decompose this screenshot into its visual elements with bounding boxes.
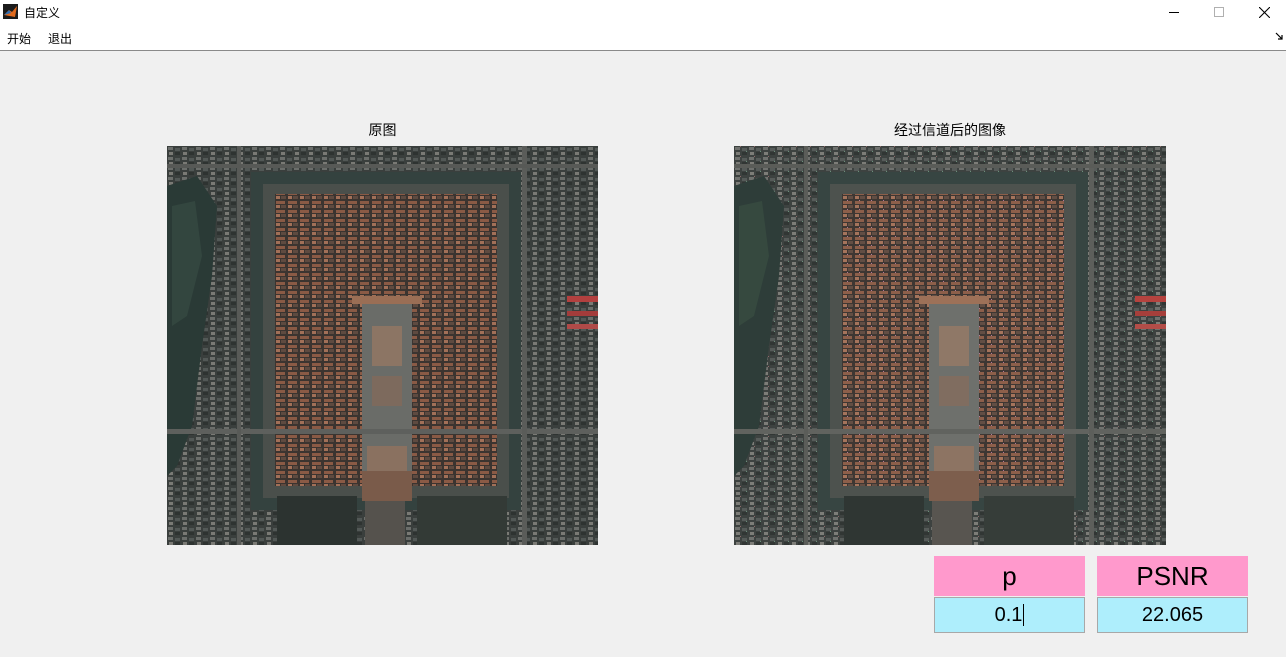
channel-output-image: [734, 146, 1166, 545]
menu-bar: 开始 退出: [0, 24, 1286, 51]
psnr-output: 22.065: [1097, 597, 1248, 633]
minimize-icon: [1169, 12, 1179, 13]
psnr-label-text: PSNR: [1136, 560, 1209, 591]
title-bar: 自定义: [0, 0, 1286, 24]
window-title: 自定义: [24, 6, 61, 20]
menu-start[interactable]: 开始: [7, 30, 31, 47]
close-icon: [1258, 6, 1270, 18]
matlab-icon: [3, 4, 18, 19]
psnr-value: 22.065: [1141, 603, 1204, 626]
p-label: p: [934, 556, 1085, 596]
p-value: 0.1: [994, 603, 1023, 626]
original-image-title: 原图: [368, 123, 397, 139]
maximize-button[interactable]: [1197, 0, 1241, 24]
undock-arrow-icon[interactable]: [1274, 31, 1284, 41]
figure-window: 自定义 开始 退出 原图 经过信道后的图像 p 0.1 PSNR 22.065: [0, 0, 1286, 657]
channel-image-title: 经过信道后的图像: [894, 123, 1006, 139]
original-image: [167, 146, 598, 545]
psnr-label: PSNR: [1097, 556, 1248, 596]
close-button[interactable]: [1242, 0, 1286, 24]
text-caret: [1023, 604, 1025, 626]
p-label-text: p: [1002, 560, 1017, 591]
p-input[interactable]: 0.1: [934, 597, 1085, 633]
maximize-icon: [1214, 7, 1224, 17]
minimize-button[interactable]: [1152, 0, 1196, 24]
menu-exit[interactable]: 退出: [48, 30, 72, 47]
